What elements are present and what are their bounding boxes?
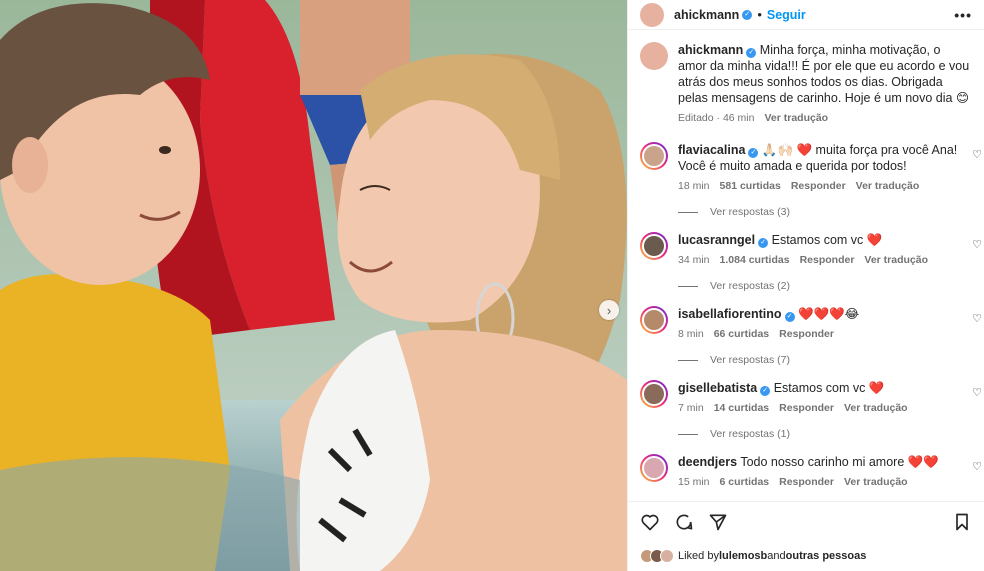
replies-label: Ver respostas (1): [710, 428, 790, 440]
verified-icon: ✓: [784, 312, 795, 322]
like-comment-icon[interactable]: ♡: [972, 386, 982, 399]
comment-likes[interactable]: 66 curtidas: [714, 326, 769, 342]
like-comment-icon[interactable]: ♡: [972, 238, 982, 251]
reply-button[interactable]: Responder: [779, 474, 834, 490]
translate-link[interactable]: Ver tradução: [844, 474, 908, 490]
view-replies-button[interactable]: Ver respostas (2): [678, 280, 984, 292]
reply-button[interactable]: Responder: [779, 400, 834, 416]
liked-by-label: Liked by: [678, 550, 719, 562]
reply-button[interactable]: Responder: [800, 252, 855, 268]
comment-likes[interactable]: 1.084 curtidas: [720, 252, 790, 268]
comment: lucasranngel ✓ Estamos com vc ❤️ 34 min 1.0…: [640, 232, 984, 268]
view-replies-button[interactable]: Ver respostas (1): [678, 428, 984, 440]
comment-time: 34 min: [678, 254, 710, 266]
verified-icon: ✓: [746, 48, 757, 58]
caption: ahickmann ✓ Minha força, minha motivação,…: [640, 42, 984, 126]
replies-divider: [678, 211, 698, 213]
caption-username[interactable]: ahickmann: [678, 43, 743, 57]
avatar[interactable]: [640, 380, 668, 408]
view-replies-button[interactable]: Ver respostas (3): [678, 206, 984, 218]
comment: flaviacalina ✓ 🙏🏻🙌🏻 ❤️ muita força pra vo…: [640, 142, 984, 194]
comment-likes[interactable]: 6 curtidas: [720, 474, 770, 490]
comments-list[interactable]: ahickmann ✓ Minha força, minha motivação,…: [628, 30, 984, 501]
view-replies-button[interactable]: Ver respostas (7): [678, 354, 984, 366]
post-image: [0, 0, 627, 571]
avatar[interactable]: [640, 232, 668, 260]
more-icon[interactable]: •••: [954, 7, 972, 23]
share-icon[interactable]: [708, 512, 728, 532]
comment-username[interactable]: isabellafiorentino: [678, 307, 782, 321]
comment-username[interactable]: gisellebatista: [678, 381, 757, 395]
comment-text: Estamos com vc ❤️: [771, 233, 883, 247]
liked-and-label: and: [767, 550, 786, 562]
edited-label: Editado · 46 min: [678, 112, 755, 124]
author-username[interactable]: ahickmann: [674, 8, 739, 22]
avatar[interactable]: [640, 42, 668, 70]
liked-by-user[interactable]: lulemosb: [719, 550, 767, 562]
translate-link[interactable]: Ver tradução: [764, 110, 828, 126]
comment-text: ❤️❤️❤️😂: [797, 307, 860, 321]
reply-button[interactable]: Responder: [791, 178, 846, 194]
comment: gisellebatista ✓ Estamos com vc ❤️ 7 min 14…: [640, 380, 984, 416]
likes-summary: Liked by lulemosb and outras pessoas: [628, 541, 984, 571]
reply-button[interactable]: Responder: [779, 326, 834, 342]
avatar[interactable]: [640, 454, 668, 482]
comment-text: Todo nosso carinho mi amore ❤️❤️: [740, 455, 939, 469]
liker-avatars: [640, 549, 674, 563]
replies-label: Ver respostas (7): [710, 354, 790, 366]
follow-button[interactable]: Seguir: [767, 8, 806, 22]
liked-others[interactable]: outras pessoas: [786, 550, 867, 562]
replies-divider: [678, 285, 698, 287]
avatar[interactable]: [640, 142, 668, 170]
comment-likes[interactable]: 581 curtidas: [720, 178, 781, 194]
comment-username[interactable]: deendjers: [678, 455, 737, 469]
replies-label: Ver respostas (2): [710, 280, 790, 292]
post-photo[interactable]: ›: [0, 0, 627, 571]
like-comment-icon[interactable]: ♡: [972, 312, 982, 325]
verified-icon: ✓: [760, 386, 771, 396]
translate-link[interactable]: Ver tradução: [864, 252, 928, 268]
verified-icon: ✓: [758, 238, 769, 248]
comment-username[interactable]: flaviacalina: [678, 143, 745, 157]
comment-time: 7 min: [678, 402, 704, 414]
avatar[interactable]: [640, 2, 664, 27]
chevron-right-icon: ›: [606, 302, 612, 318]
verified-icon: ✓: [742, 9, 753, 20]
post-header: ahickmann ✓ • Seguir •••: [628, 0, 984, 30]
comment-time: 8 min: [678, 328, 704, 340]
comment-time: 18 min: [678, 180, 710, 192]
comment-icon[interactable]: [674, 512, 694, 532]
translate-link[interactable]: Ver tradução: [844, 400, 908, 416]
action-bar: [628, 501, 984, 541]
comment-text: Estamos com vc ❤️: [773, 381, 885, 395]
comment-likes[interactable]: 14 curtidas: [714, 400, 769, 416]
heart-icon[interactable]: [640, 512, 660, 532]
like-comment-icon[interactable]: ♡: [972, 148, 982, 161]
verified-icon: ✓: [748, 148, 759, 158]
comment-username[interactable]: lucasranngel: [678, 233, 755, 247]
avatar[interactable]: [640, 306, 668, 334]
comment-time: 15 min: [678, 476, 710, 488]
replies-divider: [678, 433, 698, 435]
replies-label: Ver respostas (3): [710, 206, 790, 218]
comment: isabellafiorentino ✓ ❤️❤️❤️😂 8 min 66 curti…: [640, 306, 984, 342]
replies-divider: [678, 359, 698, 361]
like-comment-icon[interactable]: ♡: [972, 460, 982, 473]
bookmark-icon[interactable]: [952, 512, 972, 532]
translate-link[interactable]: Ver tradução: [856, 178, 920, 194]
comment: deendjers Todo nosso carinho mi amore ❤️…: [640, 454, 984, 490]
next-photo-button[interactable]: ›: [599, 300, 619, 320]
post-panel: ahickmann ✓ • Seguir ••• ahickmann ✓ Minh…: [627, 0, 984, 571]
